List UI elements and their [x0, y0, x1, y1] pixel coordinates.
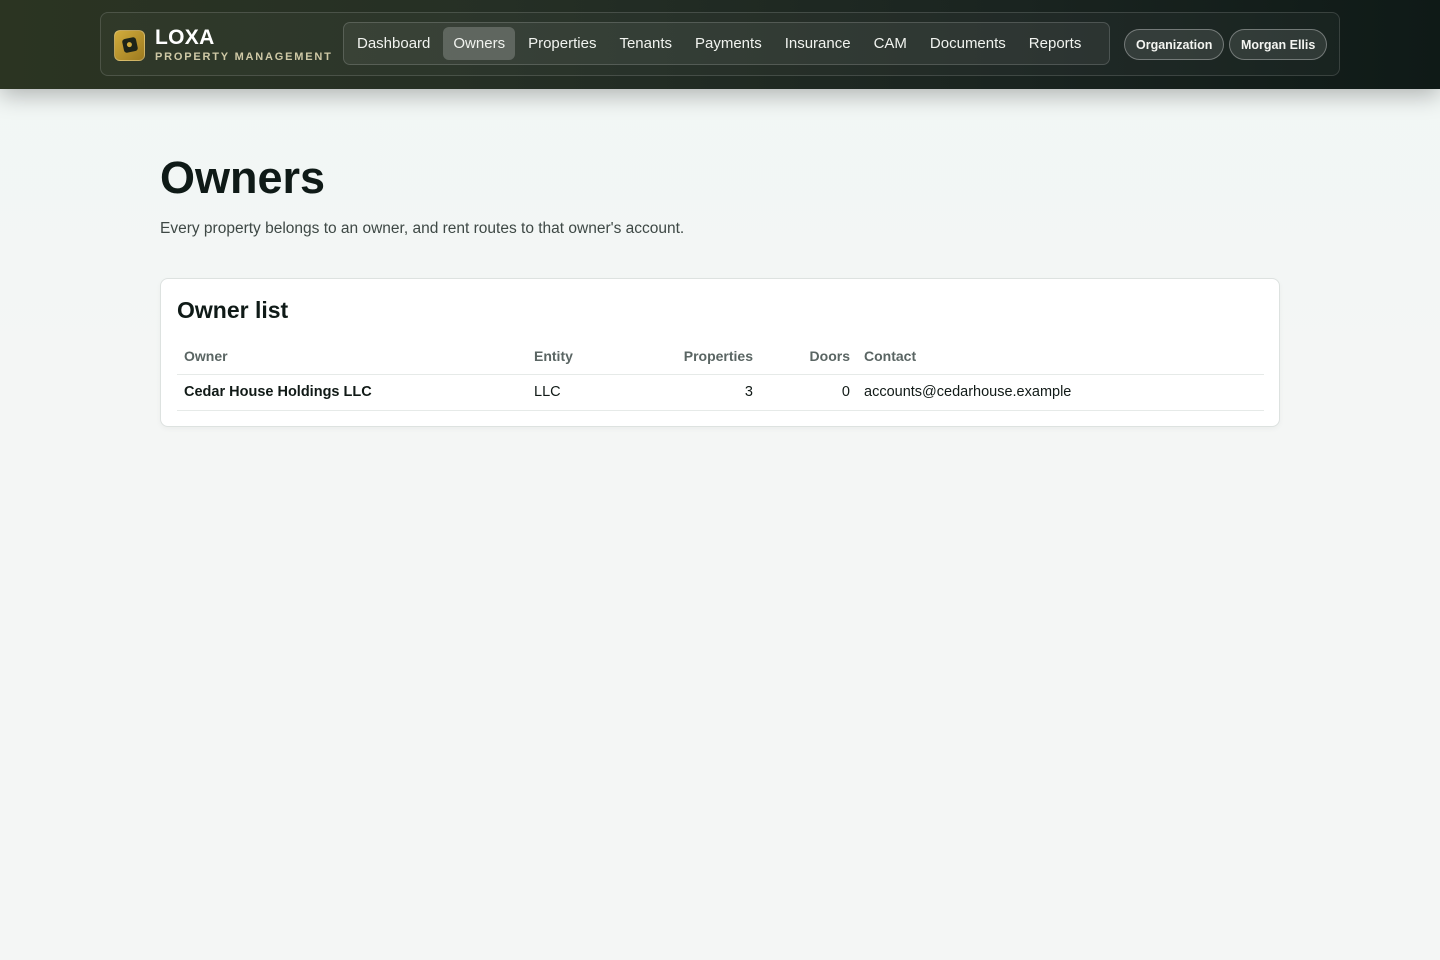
nav-insurance[interactable]: Insurance [775, 27, 861, 60]
nav-dashboard[interactable]: Dashboard [347, 27, 440, 60]
nav-properties[interactable]: Properties [518, 27, 606, 60]
top-navigation-bar: LOXA PROPERTY MANAGEMENT Dashboard Owner… [0, 0, 1440, 89]
page-title: Owners [160, 152, 326, 203]
entity-cell: LLC [527, 374, 647, 411]
column-header-owner[interactable]: Owner [177, 338, 527, 375]
doors-count-cell: 0 [760, 374, 857, 411]
table-header-row: Owner Entity Properties Doors Contact [177, 338, 1264, 375]
brand-name: LOXA [155, 26, 215, 49]
column-header-properties[interactable]: Properties [647, 338, 760, 375]
main-nav: Dashboard Owners Properties Tenants Paym… [343, 22, 1110, 65]
organization-button[interactable]: Organization [1124, 29, 1225, 60]
owner-name-cell[interactable]: Cedar House Holdings LLC [177, 374, 527, 411]
column-header-doors[interactable]: Doors [760, 338, 857, 375]
table-row[interactable]: Cedar House Holdings LLC LLC 3 0 account… [177, 374, 1264, 411]
nav-documents[interactable]: Documents [920, 27, 1016, 60]
brand-logo-icon [114, 29, 145, 61]
nav-reports[interactable]: Reports [1019, 27, 1092, 60]
nav-cam[interactable]: CAM [864, 27, 917, 60]
nav-tenants[interactable]: Tenants [609, 27, 682, 60]
column-header-contact[interactable]: Contact [857, 338, 1264, 375]
nav-owners[interactable]: Owners [443, 27, 516, 60]
owner-list-card: Owner list Owner Entity Properties Doors… [160, 278, 1280, 427]
brand[interactable]: LOXA PROPERTY MANAGEMENT [114, 26, 333, 63]
owner-list-title: Owner list [177, 297, 289, 323]
nav-payments[interactable]: Payments [685, 27, 772, 60]
contact-cell[interactable]: accounts@cedarhouse.example [857, 374, 1264, 411]
user-menu-button[interactable]: Morgan Ellis [1229, 29, 1328, 60]
nav-shell: LOXA PROPERTY MANAGEMENT Dashboard Owner… [100, 12, 1340, 76]
properties-count-cell: 3 [647, 374, 760, 411]
page-subtitle: Every property belongs to an owner, and … [160, 220, 685, 237]
brand-subtitle: PROPERTY MANAGEMENT [155, 51, 333, 63]
owner-table: Owner Entity Properties Doors Contact Ce… [177, 338, 1264, 411]
column-header-entity[interactable]: Entity [527, 338, 647, 375]
